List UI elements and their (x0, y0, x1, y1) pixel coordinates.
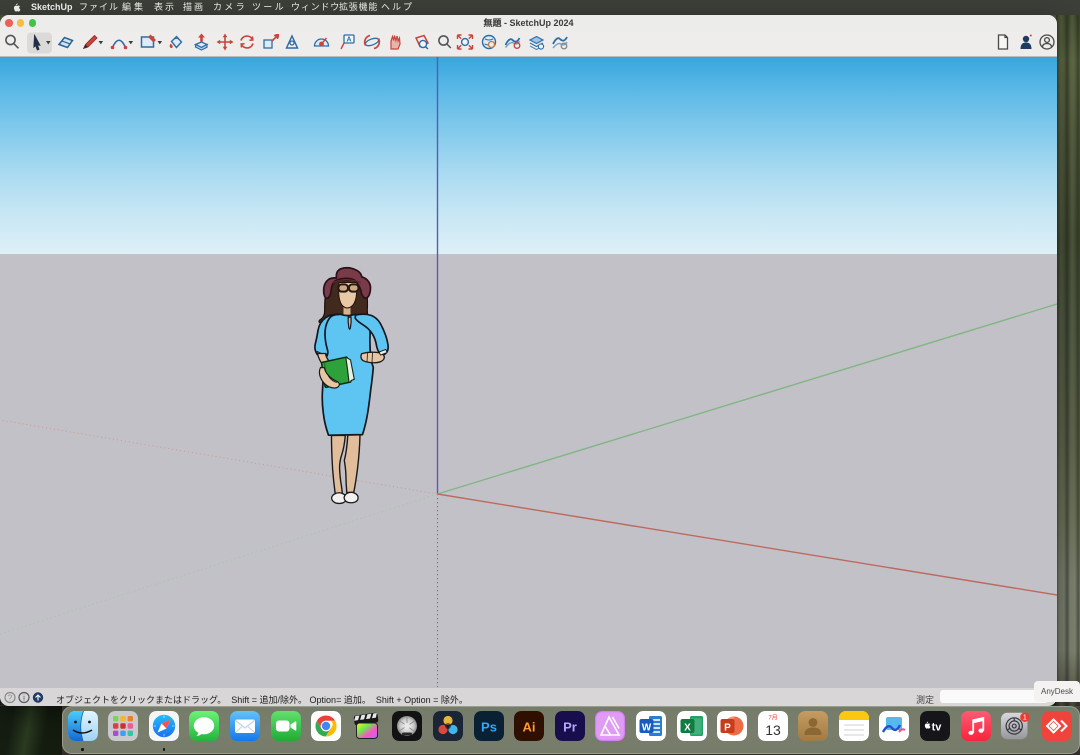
svg-text:7月: 7月 (768, 715, 777, 722)
svg-text:i: i (23, 693, 25, 702)
svg-text:P: P (724, 723, 731, 734)
svg-text:X: X (684, 723, 691, 734)
svg-text:Ps: Ps (481, 720, 497, 735)
svg-text:Ai: Ai (523, 720, 536, 735)
svg-text:W: W (642, 723, 652, 734)
svg-text:tv: tv (932, 722, 943, 734)
svg-text:1: 1 (1023, 715, 1027, 722)
svg-text:13: 13 (765, 722, 781, 738)
svg-text:Pr: Pr (563, 720, 577, 735)
svg-text:?: ? (8, 693, 13, 702)
svg-text:A: A (346, 37, 351, 44)
